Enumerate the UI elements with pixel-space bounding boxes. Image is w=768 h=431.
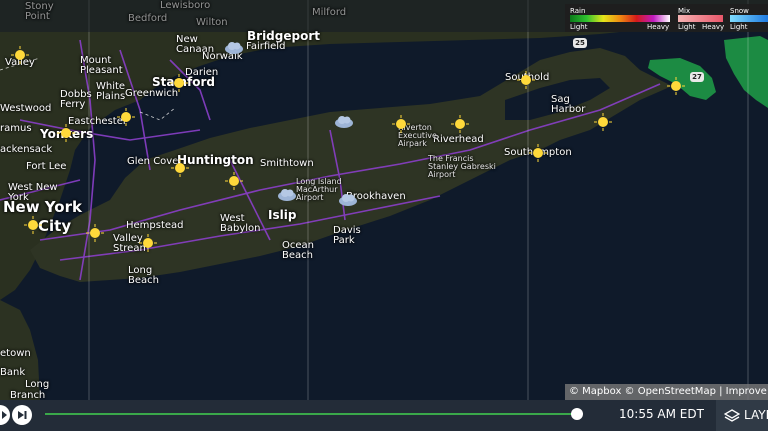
label-etown: etown [0, 348, 31, 359]
sunny-icon [57, 124, 75, 142]
map-attribution[interactable]: © Mapbox © OpenStreetMap | Improve this … [565, 384, 768, 400]
label-ramus: ramus [0, 123, 32, 134]
label-lewisboro: Lewisboro [160, 0, 211, 11]
label-west-babylon: West Babylon [220, 213, 261, 234]
label-hempstead: Hempstead [126, 220, 184, 231]
sunny-icon [117, 108, 135, 126]
sunny-icon [594, 113, 612, 131]
sunny-icon [225, 172, 243, 190]
legend-mix-low: Light [678, 23, 696, 31]
play-button[interactable] [0, 405, 10, 425]
skip-forward-icon [18, 411, 27, 419]
label-dobbs-ferry: Dobbs Ferry [60, 89, 92, 110]
label-riverhead: Riverhead [433, 134, 484, 145]
sunny-icon [392, 115, 410, 133]
label-sag-harbor: Sag Harbor [551, 94, 586, 115]
label-long: Long [25, 379, 50, 390]
cloud-icon [225, 42, 243, 54]
layers-label[interactable]: LAYERS [744, 408, 768, 422]
cloud-icon [339, 194, 357, 206]
label-westwood: Westwood [0, 103, 52, 114]
label-smithtown: Smithtown [260, 158, 314, 169]
timeline-time: 10:55 AM EDT [619, 407, 704, 421]
legend-rain-high: Heavy [647, 23, 670, 31]
legend-snow-title: Snow [730, 7, 749, 15]
sunny-icon [11, 46, 29, 64]
label-fort-lee: Fort Lee [26, 161, 67, 172]
label-milford: Milford [312, 7, 347, 18]
timeline-scrubber[interactable] [571, 408, 583, 420]
cloud-icon [278, 189, 296, 201]
route-shield-25: 25 [573, 38, 587, 48]
sunny-icon [667, 77, 685, 95]
legend-mix-high: Heavy [702, 23, 725, 31]
label-bedford: Bedford [128, 13, 168, 24]
label-stony-point: Stony Point [25, 1, 54, 22]
skip-forward-button[interactable] [12, 405, 32, 425]
label-white-plains: White Plains [96, 81, 126, 102]
label-islip: Islip [268, 208, 297, 222]
legend-snow-low: Light [730, 23, 748, 31]
play-icon [2, 411, 7, 419]
sunny-icon [517, 71, 535, 89]
sunny-icon [24, 216, 42, 234]
weather-map-app: Stony Point Bedford Lewisboro Wilton Milf… [0, 0, 768, 431]
sunny-icon [139, 234, 157, 252]
label-davis-park: Davis Park [333, 225, 361, 246]
label-hackensack: ackensack [0, 144, 53, 155]
sunny-icon [529, 144, 547, 162]
label-new-york: New York [3, 198, 82, 216]
label-fairfield: Fairfield [246, 41, 286, 52]
legend-rain-scale [570, 15, 670, 22]
sunny-icon [86, 224, 104, 242]
route-shield-27: 27 [690, 72, 704, 82]
label-gabreski-airport: The Francis Stanley Gabreski Airport [428, 154, 496, 179]
label-mount-pleasant: Mount Pleasant [80, 55, 123, 76]
legend-snow-scale [730, 15, 768, 22]
legend-rain-title: Rain [570, 7, 586, 15]
legend-mix-scale [678, 15, 723, 22]
legend-mix-title: Mix [678, 7, 691, 15]
sunny-icon [170, 74, 188, 92]
label-wilton: Wilton [196, 17, 228, 28]
label-macarthur-airport: Long Island MacArthur Airport [296, 177, 342, 202]
label-ocean-beach: Ocean Beach [282, 240, 314, 261]
label-bank: Bank [0, 367, 26, 378]
timeline-track[interactable] [45, 413, 577, 415]
sunny-icon [171, 159, 189, 177]
label-long-beach: Long Beach [128, 265, 159, 286]
legend-rain-low: Light [570, 23, 588, 31]
layers-icon [724, 409, 740, 422]
precipitation-legend: Rain Light Heavy Mix Light Heavy Snow Li… [565, 4, 768, 32]
cloud-icon [335, 116, 353, 128]
sunny-icon [451, 115, 469, 133]
